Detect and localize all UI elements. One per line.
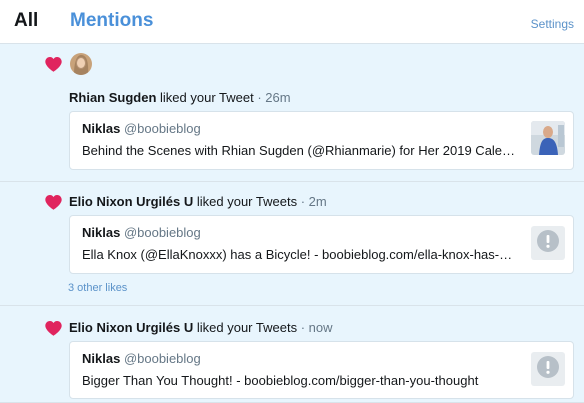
notification-item[interactable]: Rhian Sugden liked your Tweet · 26m Nikl… <box>0 44 584 182</box>
exclamation-icon <box>537 229 559 257</box>
tweet-text: Behind the Scenes with Rhian Sugden (@Rh… <box>82 143 516 158</box>
notification-text: Rhian Sugden liked your Tweet · 26m <box>69 90 291 105</box>
other-likes-link[interactable]: 3 other likes <box>68 282 127 294</box>
notification-action: liked your Tweets <box>196 320 298 335</box>
heart-icon <box>45 57 62 72</box>
tweet-card[interactable]: Niklas @boobieblog Behind the Scenes wit… <box>69 111 574 170</box>
tweet-author-name[interactable]: Niklas <box>82 225 120 240</box>
avatar[interactable] <box>70 53 92 75</box>
tweet-author-handle: @boobieblog <box>123 351 201 366</box>
settings-link[interactable]: Settings <box>531 17 574 31</box>
user-name[interactable]: Elio Nixon Urgilés U <box>69 194 193 209</box>
tweet-text: Bigger Than You Thought! - boobieblog.co… <box>82 373 479 388</box>
notifications-header: All Mentions Settings <box>0 0 584 44</box>
notification-item[interactable]: Elio Nixon Urgilés U liked your Tweets ·… <box>0 306 584 403</box>
tweet-text: Ella Knox (@EllaKnoxxx) has a Bicycle! -… <box>82 247 516 262</box>
tab-all[interactable]: All <box>14 10 38 32</box>
exclamation-icon <box>537 355 559 383</box>
notification-action: liked your Tweet <box>160 90 254 105</box>
timestamp: · 2m <box>300 194 327 209</box>
media-unavailable-placeholder <box>531 352 565 386</box>
timestamp: · now <box>300 320 333 335</box>
heart-icon <box>45 321 62 336</box>
heart-icon <box>45 195 62 210</box>
notification-text: Elio Nixon Urgilés U liked your Tweets ·… <box>69 194 327 209</box>
tweet-card[interactable]: Niklas @boobieblog Bigger Than You Thoug… <box>69 341 574 399</box>
tweet-author-handle: @boobieblog <box>123 121 201 136</box>
tweet-card[interactable]: Niklas @boobieblog Ella Knox (@EllaKnoxx… <box>69 215 574 274</box>
media-unavailable-placeholder <box>531 226 565 260</box>
notification-text: Elio Nixon Urgilés U liked your Tweets ·… <box>69 320 333 335</box>
notification-action: liked your Tweets <box>196 194 298 209</box>
tweet-author-name[interactable]: Niklas <box>82 351 120 366</box>
notification-item[interactable]: Elio Nixon Urgilés U liked your Tweets ·… <box>0 182 584 306</box>
user-name[interactable]: Elio Nixon Urgilés U <box>69 320 193 335</box>
tweet-author-name[interactable]: Niklas <box>82 121 120 136</box>
user-name[interactable]: Rhian Sugden <box>69 90 156 105</box>
tweet-author: Niklas @boobieblog <box>82 121 201 136</box>
tab-mentions[interactable]: Mentions <box>70 10 153 32</box>
tweet-author: Niklas @boobieblog <box>82 351 201 366</box>
tweet-media-thumbnail[interactable] <box>531 121 565 155</box>
tweet-author: Niklas @boobieblog <box>82 225 201 240</box>
timestamp: · 26m <box>257 90 291 105</box>
tweet-author-handle: @boobieblog <box>123 225 201 240</box>
